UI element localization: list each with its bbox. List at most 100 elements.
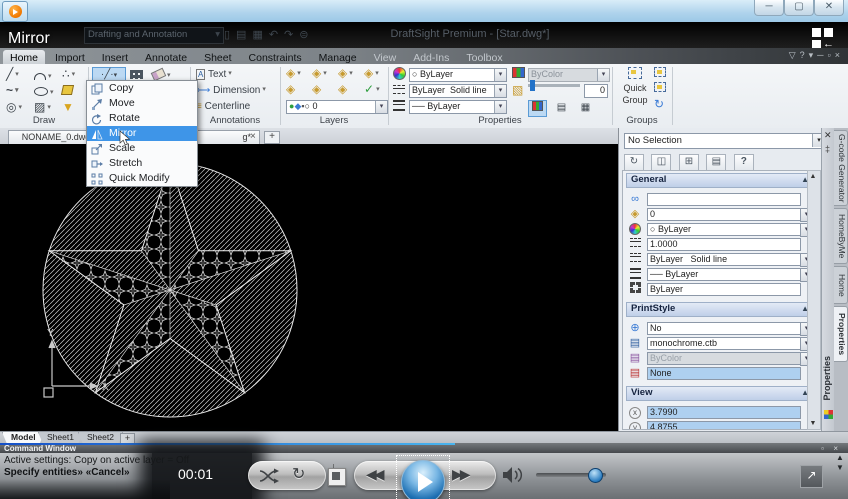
tab-manage[interactable]: Manage [312, 50, 364, 64]
transparency-value[interactable]: 0 [584, 84, 608, 98]
drawing-canvas[interactable]: Y X [0, 144, 618, 431]
scroll-down-icon[interactable]: ▼ [809, 419, 817, 428]
close-button[interactable]: ✕ [814, 0, 844, 16]
text-tool-button[interactable]: A Text▾ [196, 68, 232, 81]
view-y-field[interactable]: 4.8755 [647, 421, 801, 430]
section-general[interactable]: General▲ [626, 173, 813, 188]
minimize-button[interactable]: ─ [754, 0, 784, 16]
maximize-button[interactable]: ▢ [784, 0, 814, 16]
volume-knob[interactable] [588, 468, 603, 483]
tab-addins[interactable]: Add-Ins [406, 50, 456, 64]
point-tool-button[interactable]: ∴▾ [62, 68, 75, 81]
refresh-button[interactable]: ↻ [624, 154, 644, 171]
fast-forward-button[interactable]: ▶▶ [452, 466, 468, 483]
layer-freeze-button[interactable]: ◈▾ [312, 67, 327, 80]
lineweight-combo[interactable]: ── ByLayer▾ [409, 100, 507, 114]
menu-item-rotate[interactable]: Rotate [87, 111, 197, 126]
group-options-button[interactable]: ↻ [654, 98, 664, 110]
menu-item-copy[interactable]: Copy [87, 81, 197, 96]
color-field[interactable]: ○ ByLayer▾ [647, 223, 801, 236]
layer-off-button[interactable]: ◈ [286, 83, 295, 95]
tab-view[interactable]: View [367, 50, 404, 64]
palette-scrollbar[interactable]: ▲ ▼ [807, 170, 821, 430]
linestyle-combo[interactable]: ByLayer Solid line▾ [409, 84, 507, 98]
side-tab-homebyme[interactable]: HomeByMe [834, 208, 848, 264]
side-scroll-arrows[interactable]: ▲▼ [836, 453, 844, 473]
linestyle-field[interactable]: ByLayer Solid line▾ [647, 253, 801, 266]
polygon-tool-button[interactable] [62, 85, 73, 97]
layer-state-button[interactable]: ◈▾ [364, 67, 379, 80]
print-field[interactable]: No▾ [647, 322, 801, 335]
section-view[interactable]: View▲ [626, 386, 813, 401]
layer-delete-button[interactable]: ◈ [338, 83, 347, 95]
wipeout-tool-button[interactable]: ▼ [62, 101, 74, 113]
printstyle-field[interactable]: None [647, 367, 801, 380]
line-tool-button[interactable]: ╱▾ [6, 68, 19, 81]
linescale-field[interactable]: 1.0000 [647, 238, 801, 251]
tab-sheet[interactable]: Sheet [197, 50, 238, 64]
spline-tool-button[interactable]: ~▾ [6, 84, 19, 97]
view-x-field[interactable]: 3.7990 [647, 406, 801, 419]
menu-item-move[interactable]: Move [87, 96, 197, 111]
menu-item-scale[interactable]: Scale [87, 141, 197, 156]
volume-icon[interactable] [502, 465, 526, 485]
printstyle-table-field[interactable]: monochrome.ctb▾ [647, 337, 801, 350]
section-printstyle[interactable]: PrintStyle▲ [626, 302, 813, 317]
tab-insert[interactable]: Insert [95, 50, 135, 64]
arc-tool-button[interactable]: ▾ [34, 70, 52, 83]
window-mini-controls[interactable]: ▽?▾─▫× [789, 50, 844, 61]
scale-field[interactable]: ByLayer [647, 283, 801, 296]
transparency-slider[interactable] [528, 84, 580, 87]
printcolor-field[interactable]: ByColor▾ [647, 352, 801, 365]
quick-group-button[interactable]: Quick Group [618, 67, 652, 106]
cmd-restore-icon[interactable]: ▫ [821, 444, 824, 453]
group-edit-button[interactable] [654, 67, 666, 79]
scroll-up-icon[interactable]: ▲ [809, 172, 817, 181]
video-layout-icon[interactable]: ← [812, 28, 838, 50]
layer-manager-button[interactable]: ◈▾ [286, 67, 301, 80]
tab-annotate[interactable]: Annotate [138, 50, 194, 64]
side-tab-properties[interactable]: Properties [834, 306, 848, 362]
cmd-close-icon[interactable]: × [833, 444, 838, 453]
lineweight-field[interactable]: ── ByLayer▾ [647, 268, 801, 281]
doc-tab-add-button[interactable]: + [264, 131, 280, 144]
menu-item-stretch[interactable]: Stretch [87, 156, 197, 171]
repeat-icon[interactable]: ↻ [292, 464, 305, 484]
layer-apply-button[interactable]: ✓▾ [364, 83, 380, 96]
layer-lock-button[interactable]: ◈▾ [338, 67, 353, 80]
command-window-header[interactable]: Command Window ▫ × [0, 443, 848, 453]
tab-import[interactable]: Import [48, 50, 92, 64]
ellipse-tool-button[interactable]: ▾ [34, 86, 54, 99]
doc-tab-close-icon[interactable]: × [250, 131, 256, 142]
plot-color-combo[interactable]: ByColor▾ [528, 68, 610, 82]
tab-home[interactable]: Home [3, 50, 45, 64]
selection-combo[interactable]: No Selection▾ [624, 133, 826, 149]
ungroup-button[interactable] [654, 82, 666, 94]
circle-tool-button[interactable]: ◎▾ [6, 101, 22, 114]
layer-field[interactable]: 0▾ [647, 208, 801, 221]
dimension-tool-button[interactable]: ⟷ Dimension▾ [196, 84, 266, 97]
layer-combo[interactable]: ●◆▪○ 0▾ [286, 100, 388, 114]
play-button[interactable] [401, 460, 445, 499]
workspace-combo[interactable]: Drafting and Annotation▾ [84, 27, 224, 44]
customize-button[interactable]: ▤ [706, 154, 726, 171]
tab-constraints[interactable]: Constraints [242, 50, 309, 64]
centerline-tool-button[interactable]: ≡ Centerline [196, 101, 250, 113]
fullscreen-button[interactable]: ↗ [800, 465, 823, 488]
stop-button[interactable] [328, 468, 346, 486]
side-tab-home[interactable]: Home [834, 266, 848, 304]
color-combo[interactable]: ○ ByLayer▾ [409, 68, 507, 82]
help-button[interactable]: ? [734, 154, 754, 171]
tab-toolbox[interactable]: Toolbox [459, 50, 509, 64]
menu-item-quick-modify[interactable]: Quick Modify [87, 171, 197, 186]
layer-isolate-button[interactable]: ◈ [312, 83, 321, 95]
rewind-button[interactable]: ◀◀ [366, 466, 382, 483]
menu-item-mirror[interactable]: Mirror [87, 126, 197, 141]
hatch-tool-button[interactable]: ▨▾ [34, 101, 51, 114]
hyperlink-field[interactable] [647, 193, 801, 206]
select-entities-button[interactable]: ◫ [651, 154, 671, 171]
palette-pin-icon[interactable]: ‡ [825, 144, 830, 154]
palette-close-icon[interactable]: ✕ [824, 130, 832, 141]
side-tab-gcode[interactable]: G-code Generator [834, 130, 848, 206]
player-mini-play-button[interactable] [2, 1, 28, 22]
